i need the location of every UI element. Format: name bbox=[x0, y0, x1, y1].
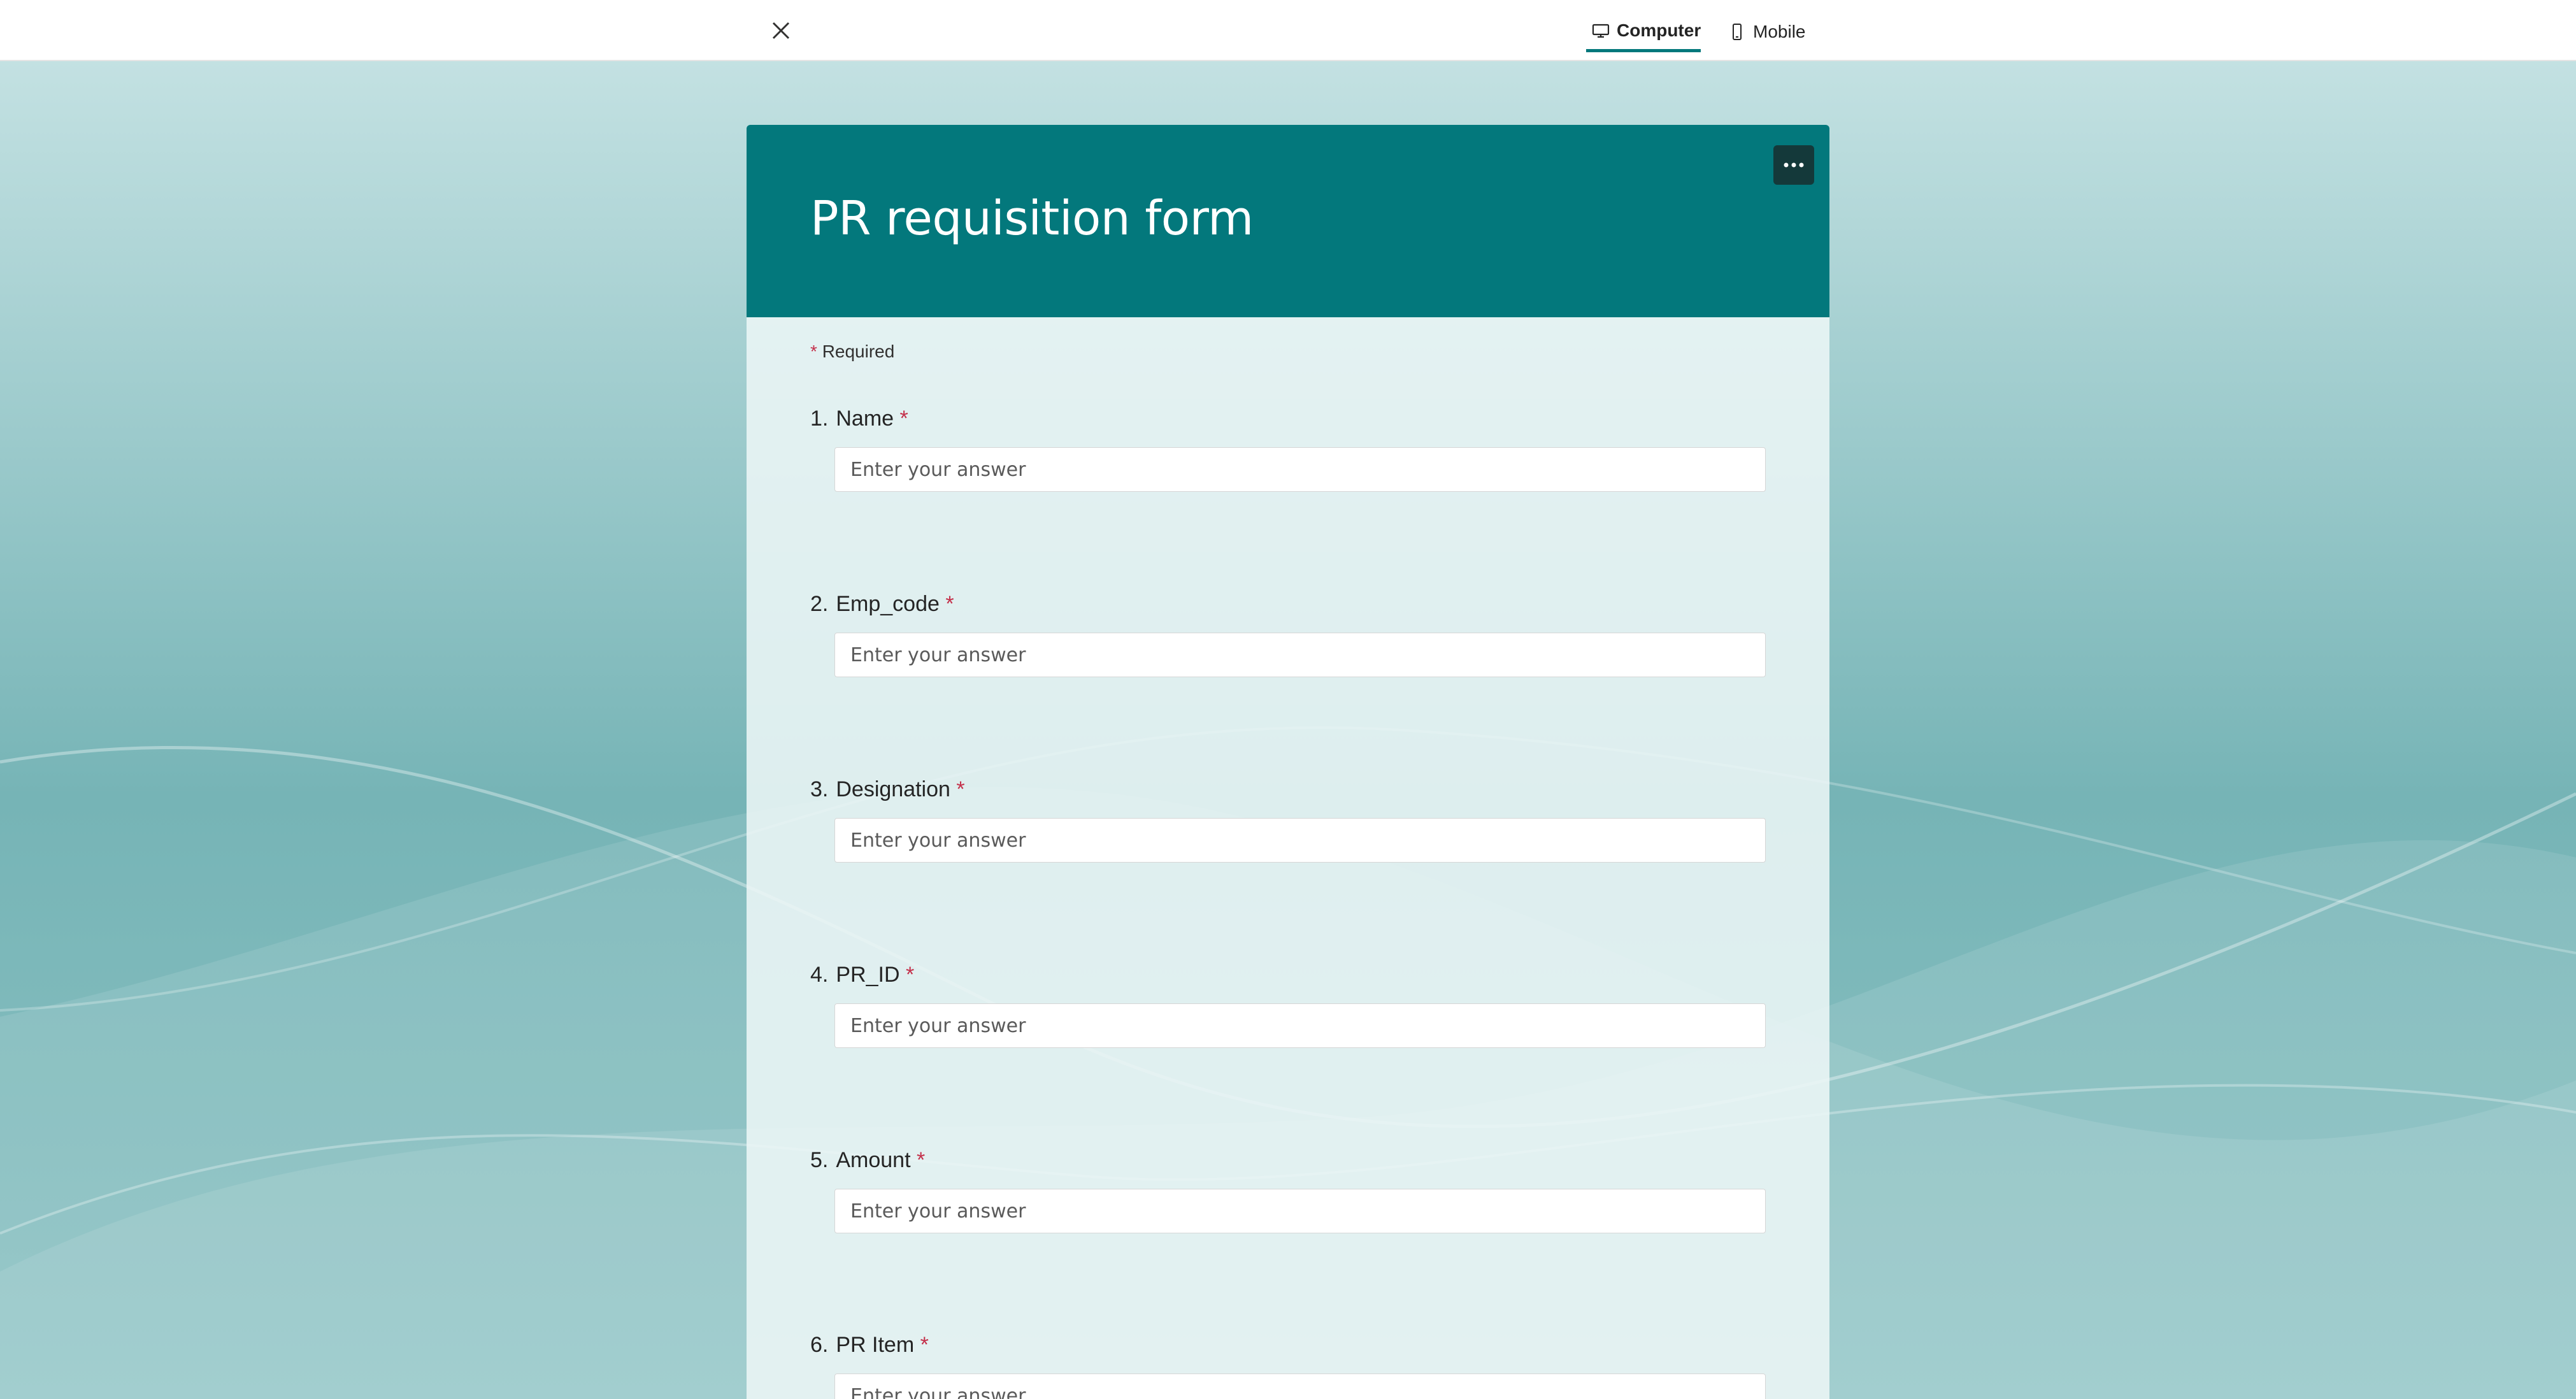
question-label: 1. Name * bbox=[810, 406, 908, 431]
required-asterisk: * bbox=[945, 592, 954, 616]
question-number: 6. bbox=[810, 1333, 829, 1357]
tab-computer[interactable]: Computer bbox=[1586, 11, 1701, 52]
required-asterisk: * bbox=[917, 1148, 926, 1172]
more-options-button[interactable] bbox=[1773, 145, 1814, 185]
app-root: Computer Mobile PR requisition form * Re… bbox=[0, 0, 2576, 1399]
required-asterisk: * bbox=[920, 1333, 929, 1357]
required-asterisk: * bbox=[899, 406, 908, 431]
question-text: Designation bbox=[836, 777, 950, 801]
amount-input[interactable] bbox=[834, 1189, 1766, 1233]
question-label: 3. Designation * bbox=[810, 777, 965, 802]
question-number: 5. bbox=[810, 1148, 829, 1172]
phone-icon bbox=[1728, 22, 1747, 41]
monitor-icon bbox=[1591, 21, 1610, 40]
top-bar: Computer Mobile bbox=[0, 0, 2576, 61]
question-number: 2. bbox=[810, 592, 829, 616]
question-number: 3. bbox=[810, 777, 829, 801]
form-body: * Required 1. Name * 2. Emp_code * bbox=[747, 317, 1829, 1399]
required-asterisk: * bbox=[956, 777, 965, 801]
pr-id-input[interactable] bbox=[834, 1003, 1766, 1048]
question-label: 6. PR Item * bbox=[810, 1333, 929, 1358]
required-asterisk: * bbox=[905, 963, 915, 987]
required-asterisk: * bbox=[810, 341, 817, 361]
question-label: 2. Emp_code * bbox=[810, 592, 954, 617]
tab-mobile-label: Mobile bbox=[1753, 22, 1806, 41]
question-text: PR_ID bbox=[836, 963, 900, 987]
question-number: 1. bbox=[810, 406, 829, 431]
designation-input[interactable] bbox=[834, 818, 1766, 863]
question-number: 4. bbox=[810, 963, 829, 987]
pr-item-input[interactable] bbox=[834, 1374, 1766, 1399]
form-header: PR requisition form bbox=[747, 125, 1829, 317]
form-title: PR requisition form bbox=[810, 191, 1254, 246]
close-button[interactable] bbox=[764, 14, 798, 47]
name-input[interactable] bbox=[834, 447, 1766, 492]
question-text: Emp_code bbox=[836, 592, 940, 616]
question-label: 4. PR_ID * bbox=[810, 963, 914, 987]
question-text: Amount bbox=[836, 1148, 911, 1172]
question-text: Name bbox=[836, 406, 894, 431]
question-label: 5. Amount * bbox=[810, 1148, 925, 1173]
question-text: PR Item bbox=[836, 1333, 915, 1357]
form-card: PR requisition form * Required 1. Name * bbox=[747, 125, 1829, 1399]
tab-computer-label: Computer bbox=[1617, 20, 1701, 40]
required-note-label: Required bbox=[822, 341, 895, 361]
close-icon bbox=[772, 22, 790, 39]
required-note: * Required bbox=[810, 341, 894, 362]
emp-code-input[interactable] bbox=[834, 633, 1766, 677]
tab-mobile[interactable]: Mobile bbox=[1722, 11, 1818, 52]
ellipsis-icon bbox=[1784, 162, 1804, 168]
